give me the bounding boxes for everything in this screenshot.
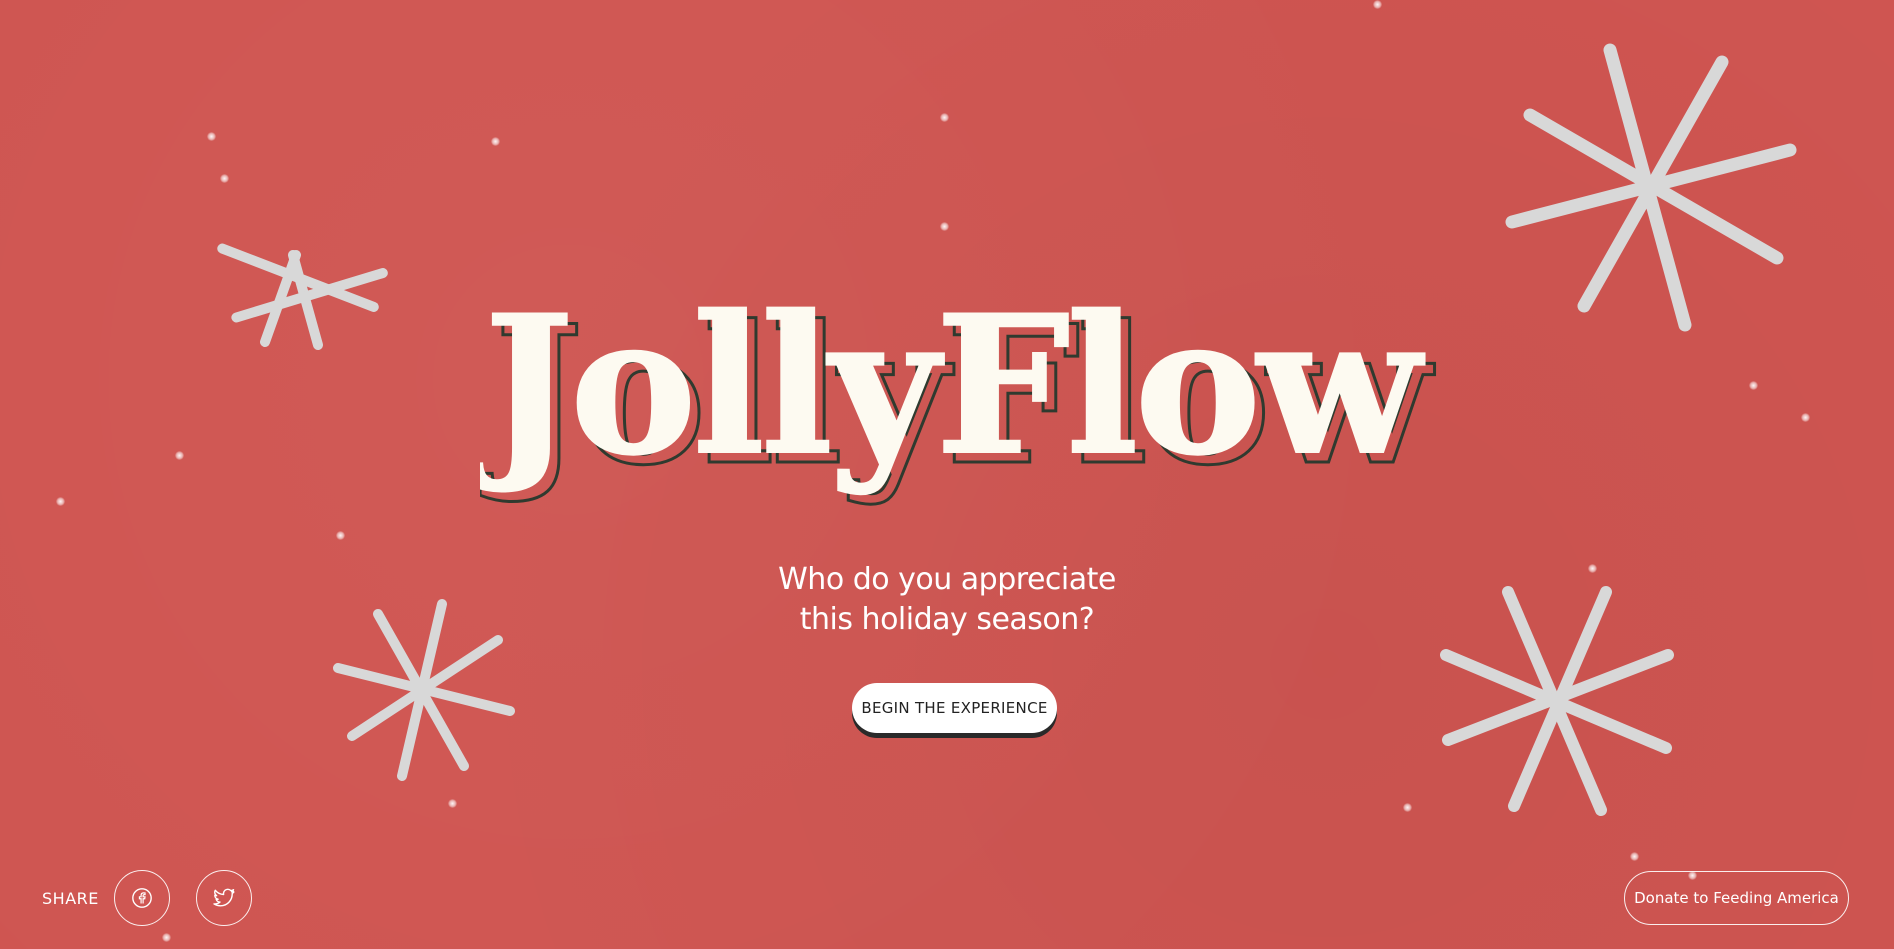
snowflake-icon (1440, 586, 1674, 816)
begin-experience-button[interactable]: BEGIN THE EXPERIENCE (852, 683, 1057, 733)
snow-dot (56, 497, 65, 506)
snow-dot (491, 137, 500, 146)
tagline-line-2: this holiday season? (799, 602, 1095, 637)
snowflake-icon (1505, 43, 1797, 332)
tagline-line-1: Who do you appreciate (778, 562, 1116, 597)
snow-dot (448, 799, 457, 808)
snow-dot (940, 113, 949, 122)
jollyflow-logo: JollyFlow JollyFlow (469, 262, 1441, 542)
snow-dot (1630, 852, 1639, 861)
twitter-icon (213, 888, 235, 907)
hero-tagline: Who do you appreciate this holiday seaso… (697, 560, 1197, 640)
snow-dot (1403, 803, 1412, 812)
snowflake-icon (333, 599, 515, 781)
snow-dot (220, 174, 229, 183)
snow-dot (1749, 381, 1758, 390)
snow-dot (940, 222, 949, 231)
share-label: SHARE (42, 889, 99, 908)
donate-button[interactable]: Donate to Feeding America (1624, 871, 1849, 925)
snowflake-icon (217, 243, 388, 350)
logo-title: JollyFlow (480, 274, 1425, 497)
snow-dot (336, 531, 345, 540)
snow-dot (1801, 413, 1810, 422)
twitter-share-button[interactable] (196, 870, 252, 926)
snow-dot (1373, 0, 1382, 9)
facebook-share-button[interactable] (114, 870, 170, 926)
snow-dot (162, 933, 171, 942)
snow-dot (175, 451, 184, 460)
facebook-icon (132, 888, 152, 908)
snow-dot (207, 132, 216, 141)
snow-dot (1588, 564, 1597, 573)
